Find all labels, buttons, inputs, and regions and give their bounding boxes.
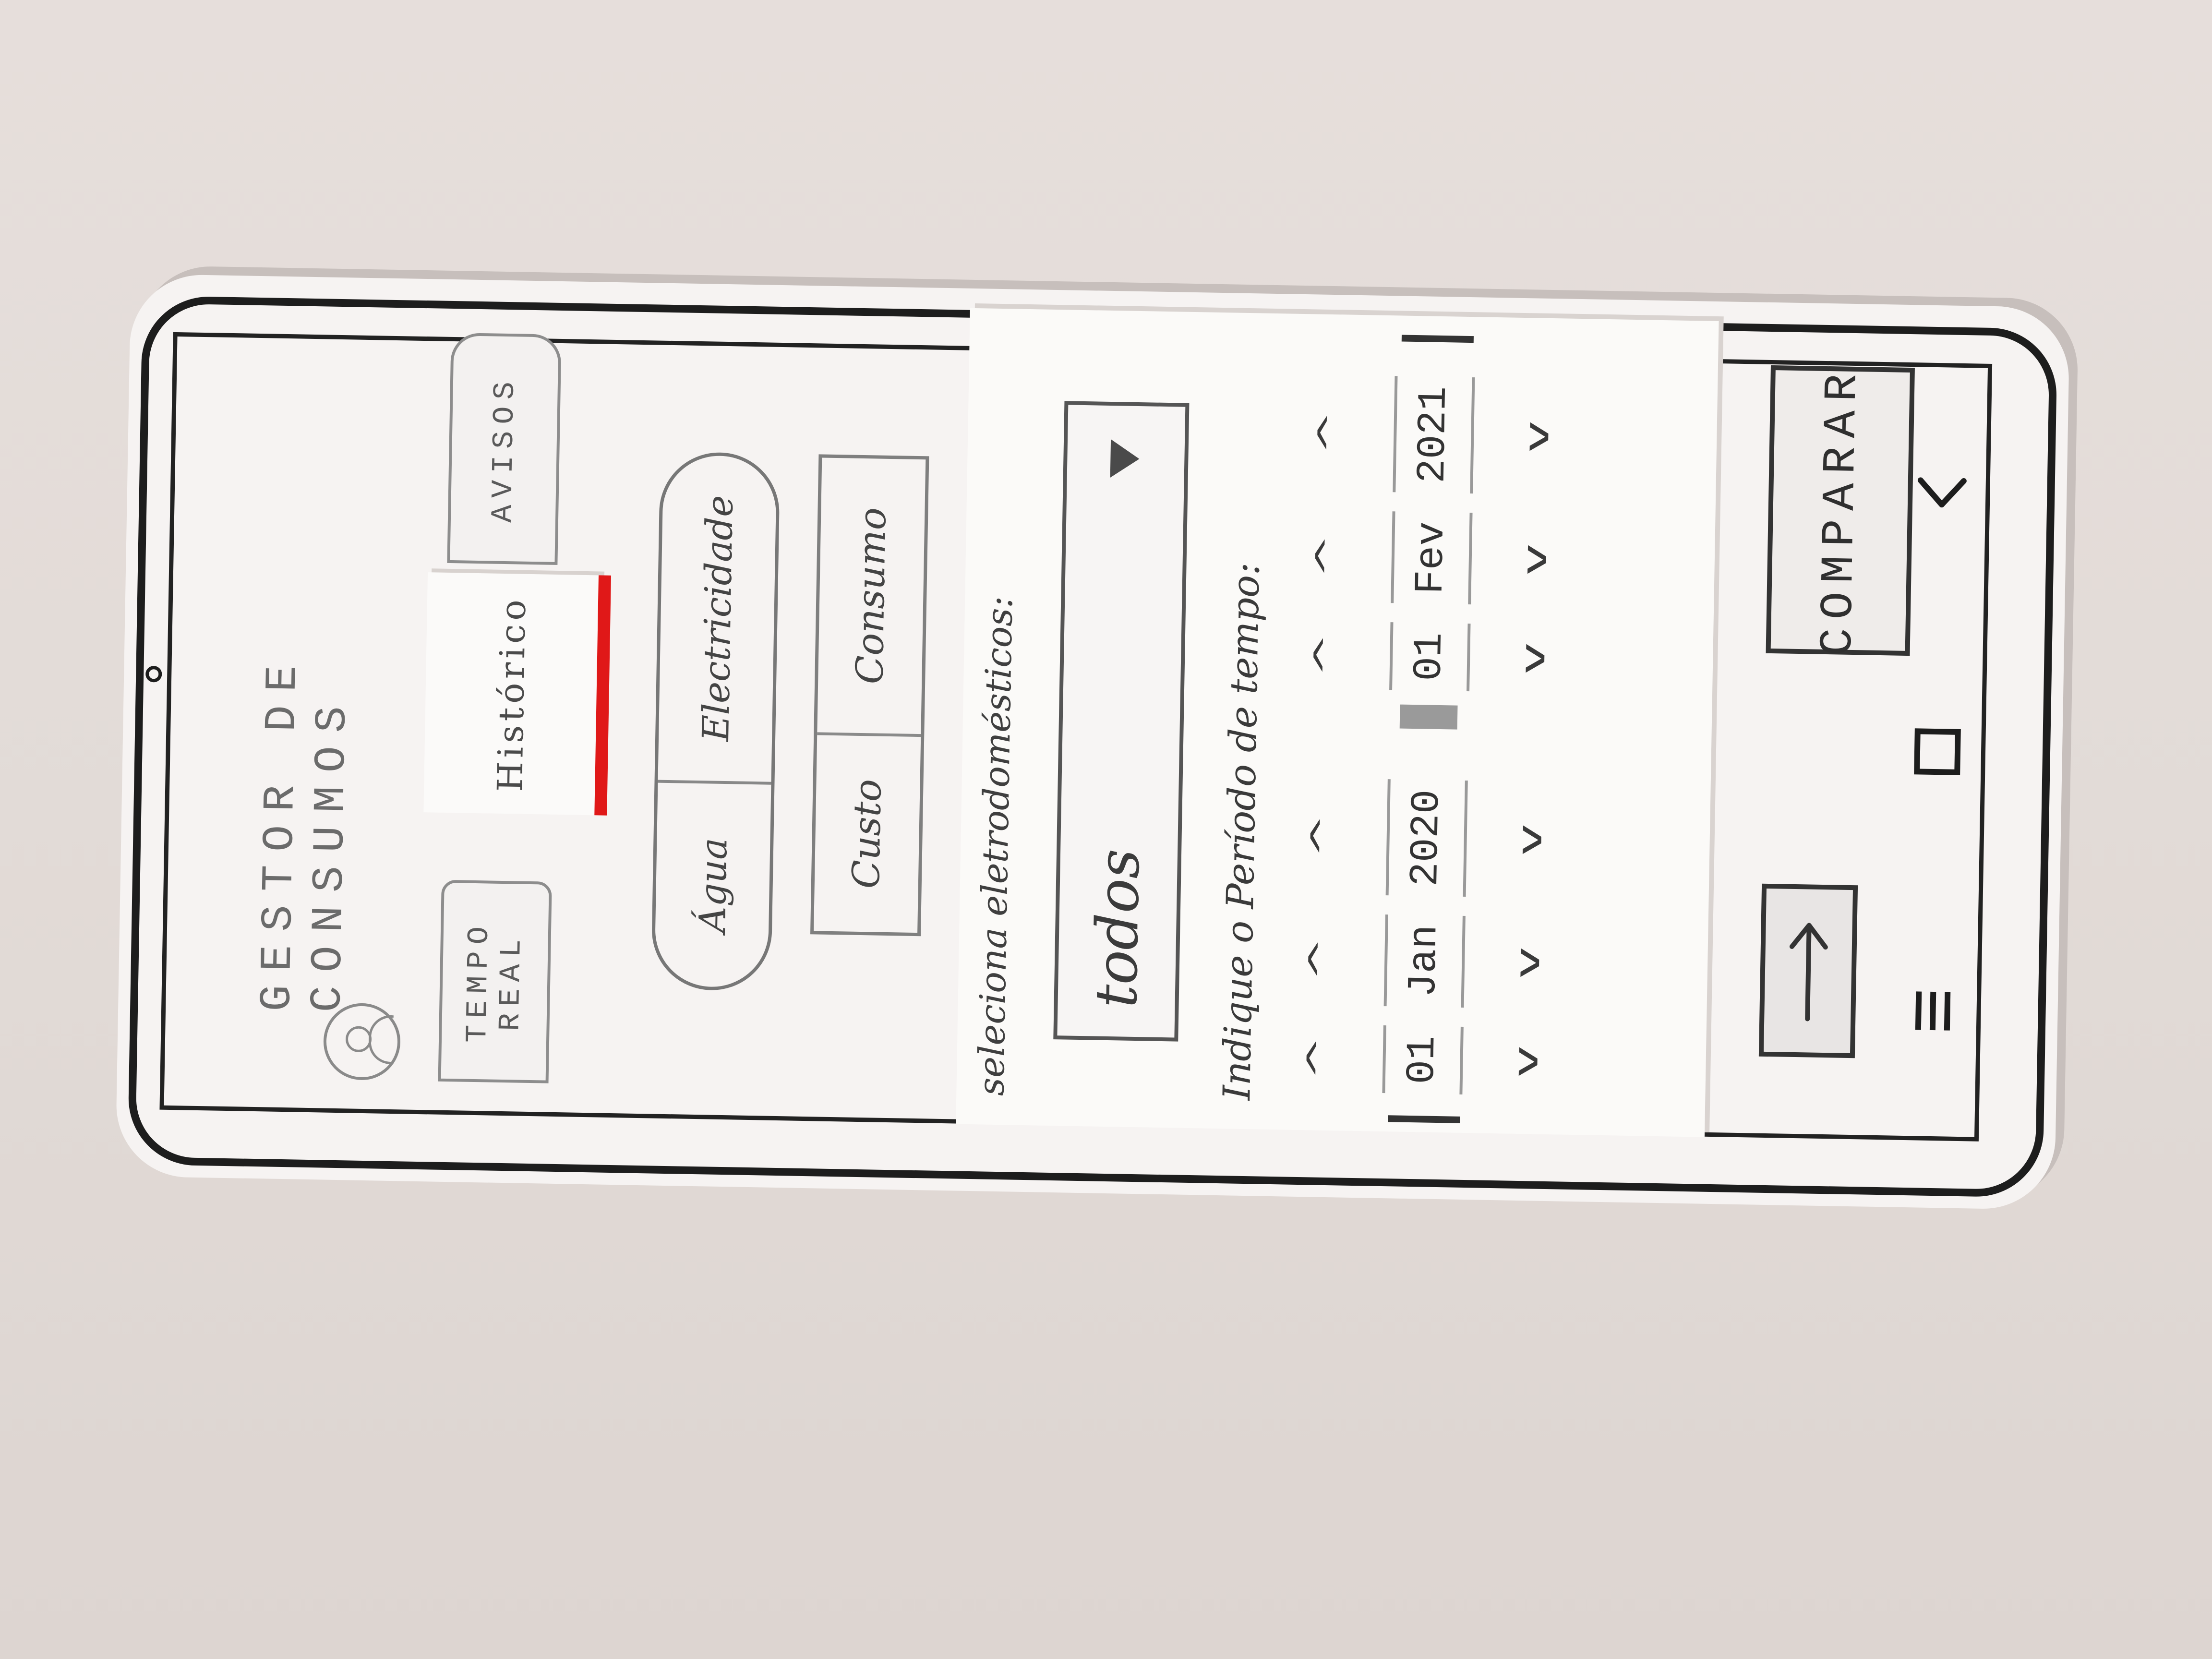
period-prompt: Indique o Período de tempo: (1215, 562, 1268, 1101)
active-tab-indicator (594, 575, 611, 816)
tab-bar: TEMPO REAL AVISOS Histórico (423, 332, 611, 1083)
avatar-icon[interactable] (323, 1002, 401, 1081)
range-bracket-end (1401, 335, 1474, 343)
export-button[interactable] (1758, 883, 1858, 1058)
meter-select[interactable]: todos (1053, 401, 1190, 1042)
filter-card: seleciona eletrodomésticos: todos Indiqu… (956, 308, 1719, 1137)
chevron-left-icon (1917, 477, 1967, 508)
chevron-down-icon[interactable]: v (1508, 947, 1548, 979)
nav-back-button[interactable] (1898, 444, 1986, 541)
end-day-spinner: ^ 01 v (1307, 621, 1553, 693)
chevron-down-icon[interactable]: v (1515, 543, 1554, 576)
meters-prompt: seleciona eletrodomésticos: (971, 595, 1021, 1096)
start-month-value[interactable]: Jan (1383, 914, 1466, 1008)
triangle-down-icon[interactable] (1110, 439, 1140, 478)
start-day-value[interactable]: 01 (1382, 1025, 1464, 1094)
meter-select-value: todos (1082, 848, 1153, 1009)
nav-menu-button[interactable] (1889, 962, 1977, 1059)
start-date-picker: ^ 01 v ^ Jan v ^ 2020 v (1299, 778, 1550, 1096)
tab-avisos[interactable]: AVISOS (447, 332, 562, 565)
end-day-value[interactable]: 01 (1389, 622, 1471, 692)
tab-historico[interactable]: Histórico (423, 572, 611, 816)
chevron-up-icon[interactable]: ^ (1299, 1035, 1340, 1081)
start-year-spinner: ^ 2020 v (1303, 778, 1550, 898)
square-icon (1914, 728, 1961, 775)
metric-toggle: Custo Consumo (810, 454, 929, 937)
start-day-spinner: ^ 01 v (1299, 1024, 1546, 1096)
tab-tempo-real[interactable]: TEMPO REAL (438, 879, 552, 1083)
chevron-down-icon[interactable]: v (1513, 642, 1553, 675)
chevron-up-icon[interactable]: ^ (1301, 937, 1341, 982)
start-month-spinner: ^ Jan v (1301, 913, 1548, 1009)
resource-electricity-option[interactable]: Electricidade (658, 455, 777, 785)
compare-button-label: COMPARAR (1811, 365, 1869, 656)
screen: GESTOR DE CONSUMOS TEMPO REAL AVISOS His… (159, 308, 1993, 1142)
resource-water-option[interactable]: Água (654, 783, 771, 988)
chevron-up-icon[interactable]: ^ (1308, 533, 1348, 579)
metric-cost-option[interactable]: Custo (814, 735, 921, 933)
end-date-picker: ^ 01 v ^ Fev v ^ 2021 v (1307, 375, 1557, 693)
android-nav-bar (1883, 362, 1992, 1141)
menu-icon (1915, 991, 1951, 1031)
end-year-value[interactable]: 2021 (1392, 376, 1475, 494)
end-year-spinner: ^ 2021 v (1310, 375, 1557, 495)
metric-consumption-option[interactable]: Consumo (817, 457, 926, 737)
range-separator (1399, 704, 1458, 730)
chevron-down-icon[interactable]: v (1510, 824, 1550, 856)
range-bracket-start (1388, 1115, 1460, 1123)
app-title: GESTOR DE CONSUMOS (252, 651, 359, 1013)
end-month-value[interactable]: Fev (1390, 511, 1473, 605)
end-month-spinner: ^ Fev v (1308, 510, 1554, 606)
chevron-down-icon[interactable]: v (1517, 421, 1557, 453)
arrow-down-icon (1789, 923, 1828, 1022)
chevron-up-icon[interactable]: ^ (1310, 410, 1351, 456)
chevron-up-icon[interactable]: ^ (1303, 813, 1344, 859)
start-year-value[interactable]: 2020 (1385, 779, 1468, 897)
date-range-picker: ^ 01 v ^ Jan v ^ 2020 v ^ 01 v ^ Fev v ^… (1299, 333, 1557, 1124)
tab-historico-label: Histórico (490, 595, 534, 793)
chevron-up-icon[interactable]: ^ (1307, 632, 1347, 678)
resource-toggle: Água Electricidade (650, 451, 781, 991)
tab-tempo-real-label: TEMPO REAL (460, 919, 529, 1043)
tab-avisos-label: AVISOS (485, 374, 523, 523)
nav-home-button[interactable] (1893, 703, 1981, 801)
chevron-down-icon[interactable]: v (1506, 1046, 1546, 1078)
phone-prototype: GESTOR DE CONSUMOS TEMPO REAL AVISOS His… (115, 274, 2070, 1210)
